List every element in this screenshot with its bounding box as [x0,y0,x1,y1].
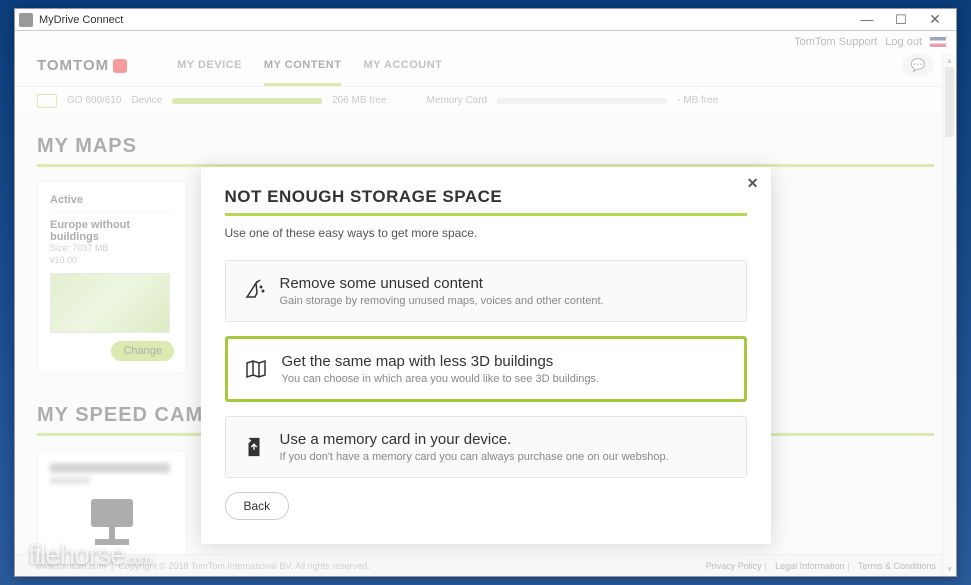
option-desc: Gain storage by removing unused maps, vo… [280,295,730,307]
map-icon [244,357,268,381]
option-title: Get the same map with less 3D buildings [282,353,728,370]
window-title: MyDrive Connect [39,14,850,26]
storage-modal: ✕ NOT ENOUGH STORAGE SPACE Use one of th… [201,167,771,544]
app-window: MyDrive Connect — ☐ ✕ ▴ ▾ TomTom Support… [14,8,957,577]
sd-card-icon [242,435,266,459]
window-minimize-button[interactable]: — [850,12,884,27]
window-maximize-button[interactable]: ☐ [884,12,918,28]
option-less-3d-buildings[interactable]: Get the same map with less 3D buildings … [225,336,747,402]
app-body: ▴ ▾ TomTom Support Log out TOMTOM MY DEV… [15,31,956,576]
option-desc: If you don't have a memory card you can … [280,451,730,463]
modal-subtitle: Use one of these easy ways to get more s… [225,226,747,240]
option-memory-card[interactable]: Use a memory card in your device. If you… [225,416,747,478]
broom-icon [242,279,266,303]
option-desc: You can choose in which area you would l… [282,373,728,385]
option-title: Use a memory card in your device. [280,431,730,448]
option-remove-content[interactable]: Remove some unused content Gain storage … [225,260,747,322]
window-titlebar: MyDrive Connect — ☐ ✕ [15,9,956,31]
app-icon [19,13,33,27]
window-close-button[interactable]: ✕ [918,11,952,28]
option-title: Remove some unused content [280,275,730,292]
modal-title: NOT ENOUGH STORAGE SPACE [225,187,747,216]
modal-close-button[interactable]: ✕ [747,175,759,192]
back-button[interactable]: Back [225,492,290,520]
